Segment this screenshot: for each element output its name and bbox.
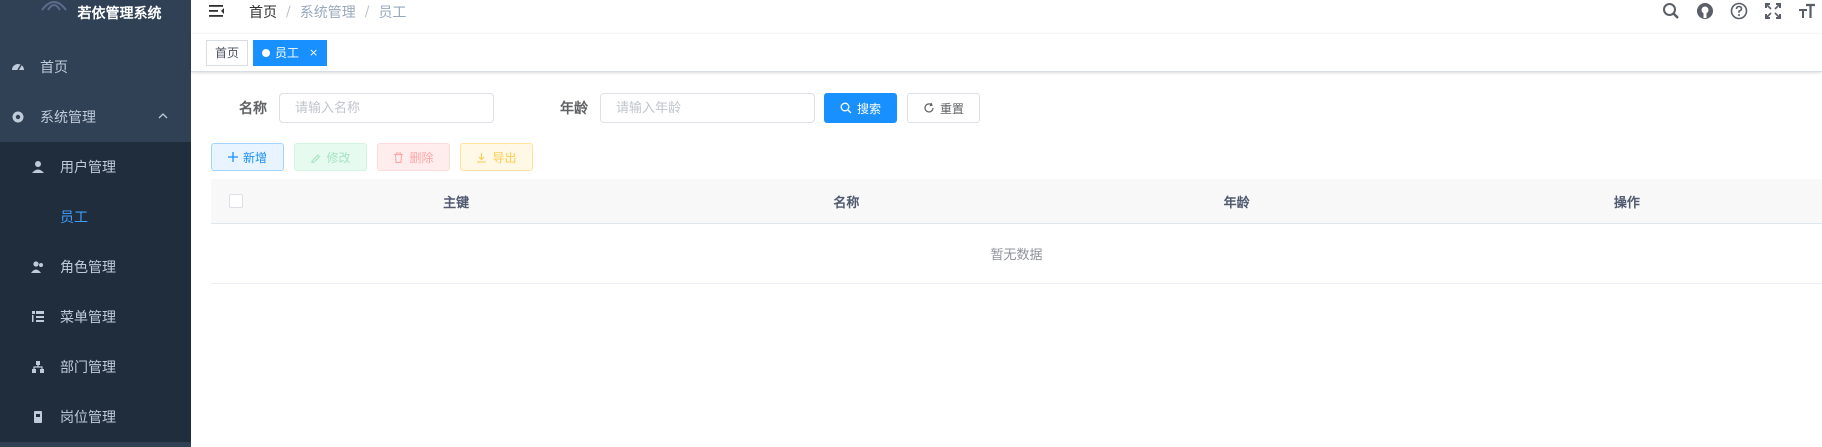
reset-button-label: 重置 xyxy=(939,101,964,116)
search-icon xyxy=(840,102,852,114)
close-icon[interactable]: × xyxy=(309,41,318,65)
sidebar-item-menu[interactable]: 菜单管理 xyxy=(0,292,191,342)
sidebar-item-label: 岗位管理 xyxy=(60,410,116,426)
active-dot-icon xyxy=(262,48,271,57)
column-header-actions: 操作 xyxy=(1613,195,1640,211)
system-icon xyxy=(10,109,26,125)
user-icon xyxy=(30,159,46,175)
search-button-label: 搜索 xyxy=(856,101,881,116)
plus-icon xyxy=(227,152,238,162)
post-icon xyxy=(30,409,46,425)
toolbar: 新增 修改 删除 导出 xyxy=(211,143,533,171)
sidebar-item-system[interactable]: 系统管理 xyxy=(0,92,191,142)
tree-table-icon xyxy=(30,309,46,325)
navbar: 首页 / 系统管理 / 员工 xyxy=(191,0,1822,26)
sidebar-item-label: 首页 xyxy=(40,60,68,76)
sidebar-item-label: 部门管理 xyxy=(60,360,116,376)
export-button-label: 导出 xyxy=(492,150,517,165)
column-header-id: 主键 xyxy=(443,195,470,211)
sidebar-item-home[interactable]: 首页 xyxy=(0,42,191,92)
logo-icon xyxy=(40,1,67,11)
age-label: 年龄 xyxy=(560,101,588,117)
sidebar: 若依管理系统 首页 系统管理 用户管理 员工 角色管理 菜单管理 部门管理 岗位… xyxy=(0,0,191,447)
add-button[interactable]: 新增 xyxy=(211,143,284,171)
main-content: 名称 年龄 搜索 重置 新增 修改 删除 导出 xyxy=(191,72,1822,447)
sidebar-item-label: 员工 xyxy=(60,210,88,226)
breadcrumb-current: 员工 xyxy=(378,4,407,21)
column-header-name: 名称 xyxy=(833,195,860,211)
breadcrumb-home[interactable]: 首页 xyxy=(249,2,277,22)
reset-button[interactable]: 重置 xyxy=(907,93,980,123)
name-input[interactable] xyxy=(279,93,494,123)
sidebar-item-dept[interactable]: 部门管理 xyxy=(0,342,191,392)
sidebar-item-label: 用户管理 xyxy=(60,160,116,176)
question-icon[interactable] xyxy=(1728,0,1750,22)
dashboard-icon xyxy=(10,59,26,75)
breadcrumb-parent: 系统管理 xyxy=(299,4,356,21)
tree-icon xyxy=(30,359,46,375)
sidebar-logo[interactable]: 若依管理系统 xyxy=(0,0,191,26)
breadcrumb-separator: / xyxy=(364,3,370,20)
delete-button[interactable]: 删除 xyxy=(377,143,450,171)
delete-icon xyxy=(394,151,404,163)
breadcrumb-separator: / xyxy=(286,3,291,20)
add-button-label: 新增 xyxy=(242,150,267,165)
empty-text: 暂无数据 xyxy=(211,224,1822,284)
search-form: 名称 年龄 搜索 重置 xyxy=(211,93,980,123)
refresh-icon xyxy=(924,102,934,113)
name-label: 名称 xyxy=(239,101,267,117)
search-button[interactable]: 搜索 xyxy=(824,93,897,123)
sidebar-item-user[interactable]: 用户管理 xyxy=(0,142,191,192)
sidebar-item-label: 角色管理 xyxy=(60,260,116,276)
column-header-age: 年龄 xyxy=(1223,195,1250,211)
breadcrumb: 首页 / 系统管理 / 员工 xyxy=(249,2,406,22)
chevron-up-icon xyxy=(158,113,168,119)
table-header: 主键 名称 年龄 操作 xyxy=(211,179,1822,224)
tag-label: 首页 xyxy=(215,45,240,60)
tag-employee[interactable]: 员工 × xyxy=(253,39,328,66)
tag-label: 员工 xyxy=(275,45,300,60)
sidebar-item-post[interactable]: 岗位管理 xyxy=(0,392,191,442)
download-icon xyxy=(477,152,487,163)
edit-button[interactable]: 修改 xyxy=(294,143,367,171)
sidebar-item-label: 菜单管理 xyxy=(60,310,116,326)
delete-button-label: 删除 xyxy=(409,150,434,165)
export-button[interactable]: 导出 xyxy=(460,143,533,171)
search-icon[interactable] xyxy=(1660,0,1682,22)
sidebar-item-employee[interactable]: 员工 xyxy=(0,192,191,242)
app-title: 若依管理系统 xyxy=(77,6,162,22)
navbar-right-menu xyxy=(1660,0,1822,22)
edit-icon xyxy=(311,153,321,163)
submenu-system: 用户管理 员工 角色管理 菜单管理 部门管理 岗位管理 xyxy=(0,142,191,442)
edit-button-label: 修改 xyxy=(326,150,351,165)
peoples-icon xyxy=(30,259,46,275)
hamburger-icon[interactable] xyxy=(207,1,227,21)
data-table: 主键 名称 年龄 操作 暂无数据 xyxy=(211,179,1822,284)
sidebar-item-role[interactable]: 角色管理 xyxy=(0,242,191,292)
fullscreen-icon[interactable] xyxy=(1762,0,1784,22)
sidebar-item-label: 系统管理 xyxy=(40,110,96,126)
github-icon[interactable] xyxy=(1694,0,1716,22)
select-all-checkbox[interactable] xyxy=(229,194,243,208)
tags-view: 首页 员工 × xyxy=(191,34,1822,72)
font-size-icon[interactable] xyxy=(1796,0,1818,22)
age-input[interactable] xyxy=(600,93,815,123)
tag-home[interactable]: 首页 xyxy=(206,39,249,66)
